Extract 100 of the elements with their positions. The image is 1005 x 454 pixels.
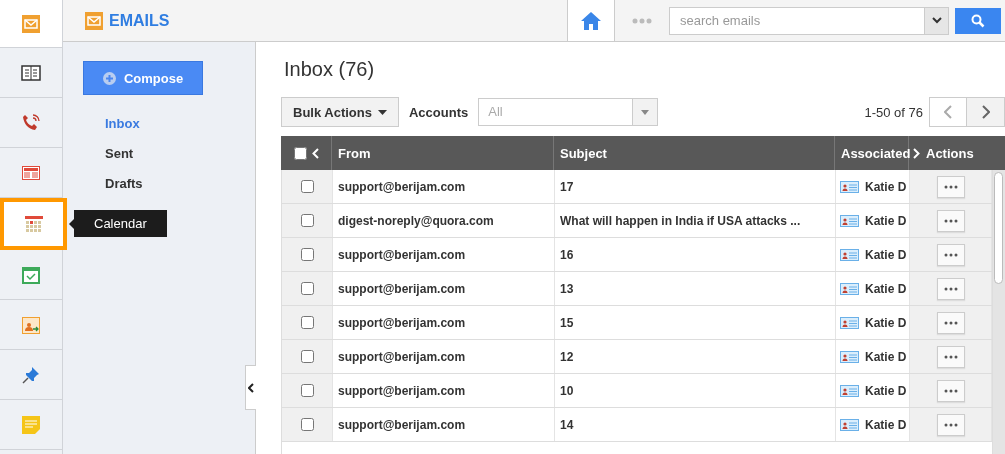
- row-actions-button[interactable]: [936, 243, 965, 266]
- chevron-left-icon: [248, 382, 254, 393]
- home-icon: [580, 10, 602, 31]
- table-cell: support@berijam.com: [333, 238, 555, 271]
- contact-card-icon: [840, 384, 859, 397]
- table-cell: 12: [555, 340, 836, 373]
- table-cell: Katie D: [865, 315, 907, 330]
- dots-icon: [943, 218, 958, 223]
- row-checkbox[interactable]: [300, 316, 314, 329]
- pushpin-icon: [22, 365, 40, 384]
- row-actions-button[interactable]: [936, 209, 965, 232]
- contact-card-icon: [22, 315, 40, 334]
- row-checkbox[interactable]: [300, 180, 314, 193]
- bulk-actions-button[interactable]: Bulk Actions: [281, 97, 399, 127]
- dots-icon: [943, 252, 958, 257]
- table-cell: 17: [555, 170, 836, 203]
- envelope-icon: [85, 11, 103, 30]
- table-cell: 10: [555, 374, 836, 407]
- phone-icon: [21, 112, 41, 133]
- previous-page-button[interactable]: [929, 97, 967, 127]
- table-cell: support@berijam.com: [333, 272, 555, 305]
- dots-icon: [943, 422, 958, 427]
- column-header: Subject: [560, 145, 607, 161]
- dots-icon: [943, 388, 958, 393]
- table-cell: Katie D: [865, 349, 907, 364]
- folder-link[interactable]: Sent: [83, 139, 255, 169]
- dots-icon: [943, 354, 958, 359]
- tooltip: Calendar: [74, 210, 167, 237]
- search-field[interactable]: search emails: [669, 6, 925, 35]
- table-cell: Katie D: [865, 213, 907, 228]
- column-header: Actions: [926, 145, 974, 161]
- page-title: Inbox (76): [284, 58, 376, 81]
- scrollbar[interactable]: [992, 170, 1005, 454]
- chevron-right-icon[interactable]: [913, 147, 920, 159]
- table-cell: support@berijam.com: [333, 340, 555, 373]
- table-cell: Katie D: [865, 247, 907, 262]
- contact-card-icon: [840, 214, 859, 227]
- contact-card-icon: [840, 282, 859, 295]
- chevron-right-icon: [981, 105, 990, 119]
- search-button[interactable]: [955, 7, 1001, 34]
- app-title: EMAILS: [109, 11, 170, 30]
- row-actions-button[interactable]: [936, 175, 965, 198]
- dots-icon: [943, 184, 958, 189]
- row-actions-button[interactable]: [936, 413, 965, 436]
- search-icon: [971, 13, 985, 28]
- plus-icon: [102, 71, 116, 85]
- table-cell: Katie D: [865, 417, 907, 432]
- table-cell: 13: [555, 272, 836, 305]
- dots-icon: [943, 320, 958, 325]
- newspaper-icon: [22, 165, 40, 180]
- pagination-text: 1-50 of 76: [864, 104, 923, 120]
- folder-link[interactable]: Drafts: [83, 169, 255, 199]
- chevron-left-icon: [944, 105, 952, 119]
- row-actions-button[interactable]: [936, 277, 965, 300]
- row-checkbox[interactable]: [300, 214, 314, 227]
- row-checkbox[interactable]: [300, 418, 314, 431]
- table-cell: digest-noreply@quora.com: [333, 204, 555, 237]
- row-actions-button[interactable]: [936, 345, 965, 368]
- column-header: From: [338, 145, 371, 161]
- row-checkbox[interactable]: [300, 350, 314, 363]
- contact-card-icon: [840, 418, 859, 431]
- contact-card-icon: [840, 248, 859, 261]
- dropdown-button[interactable]: [925, 6, 949, 35]
- table-cell: support@berijam.com: [333, 374, 555, 407]
- row-actions-button[interactable]: [936, 379, 965, 402]
- collapse-handle[interactable]: [245, 365, 256, 410]
- caret-icon: [931, 17, 942, 24]
- caret-icon: [378, 109, 387, 115]
- contact-card-icon: [840, 350, 859, 363]
- table-cell: support@berijam.com: [333, 408, 555, 441]
- row-checkbox[interactable]: [300, 282, 314, 295]
- table-cell: What will happen in India if USA attacks ...: [555, 204, 836, 237]
- table-cell: support@berijam.com: [333, 170, 555, 203]
- next-page-button[interactable]: [967, 97, 1005, 127]
- envelope-icon: [22, 14, 40, 33]
- table-cell: support@berijam.com: [333, 306, 555, 339]
- table-cell: Katie D: [865, 179, 907, 194]
- column-header: Associated: [841, 145, 911, 161]
- home-button[interactable]: [567, 0, 615, 41]
- dots-icon: [943, 286, 958, 291]
- row-actions-button[interactable]: [936, 311, 965, 334]
- contact-card-icon: [840, 180, 859, 193]
- table-cell: Katie D: [865, 281, 907, 296]
- book-icon: [21, 64, 41, 81]
- calendar-icon: [24, 215, 43, 233]
- folder-link[interactable]: Inbox: [83, 109, 255, 139]
- row-checkbox[interactable]: [300, 384, 314, 397]
- select-all-checkbox[interactable]: [293, 146, 307, 160]
- dots-icon: [632, 17, 652, 24]
- accounts-label: Accounts: [409, 104, 469, 120]
- row-checkbox[interactable]: [300, 248, 314, 261]
- caret-icon: [641, 109, 650, 115]
- table-cell: 15: [555, 306, 836, 339]
- sticky-note-icon: [22, 415, 40, 434]
- calendar-check-icon: [22, 265, 40, 284]
- table-cell: Katie D: [865, 383, 907, 398]
- table-cell: 16: [555, 238, 836, 271]
- contact-card-icon: [840, 316, 859, 329]
- table-cell: 14: [555, 408, 836, 441]
- chevron-left-icon[interactable]: [311, 147, 319, 159]
